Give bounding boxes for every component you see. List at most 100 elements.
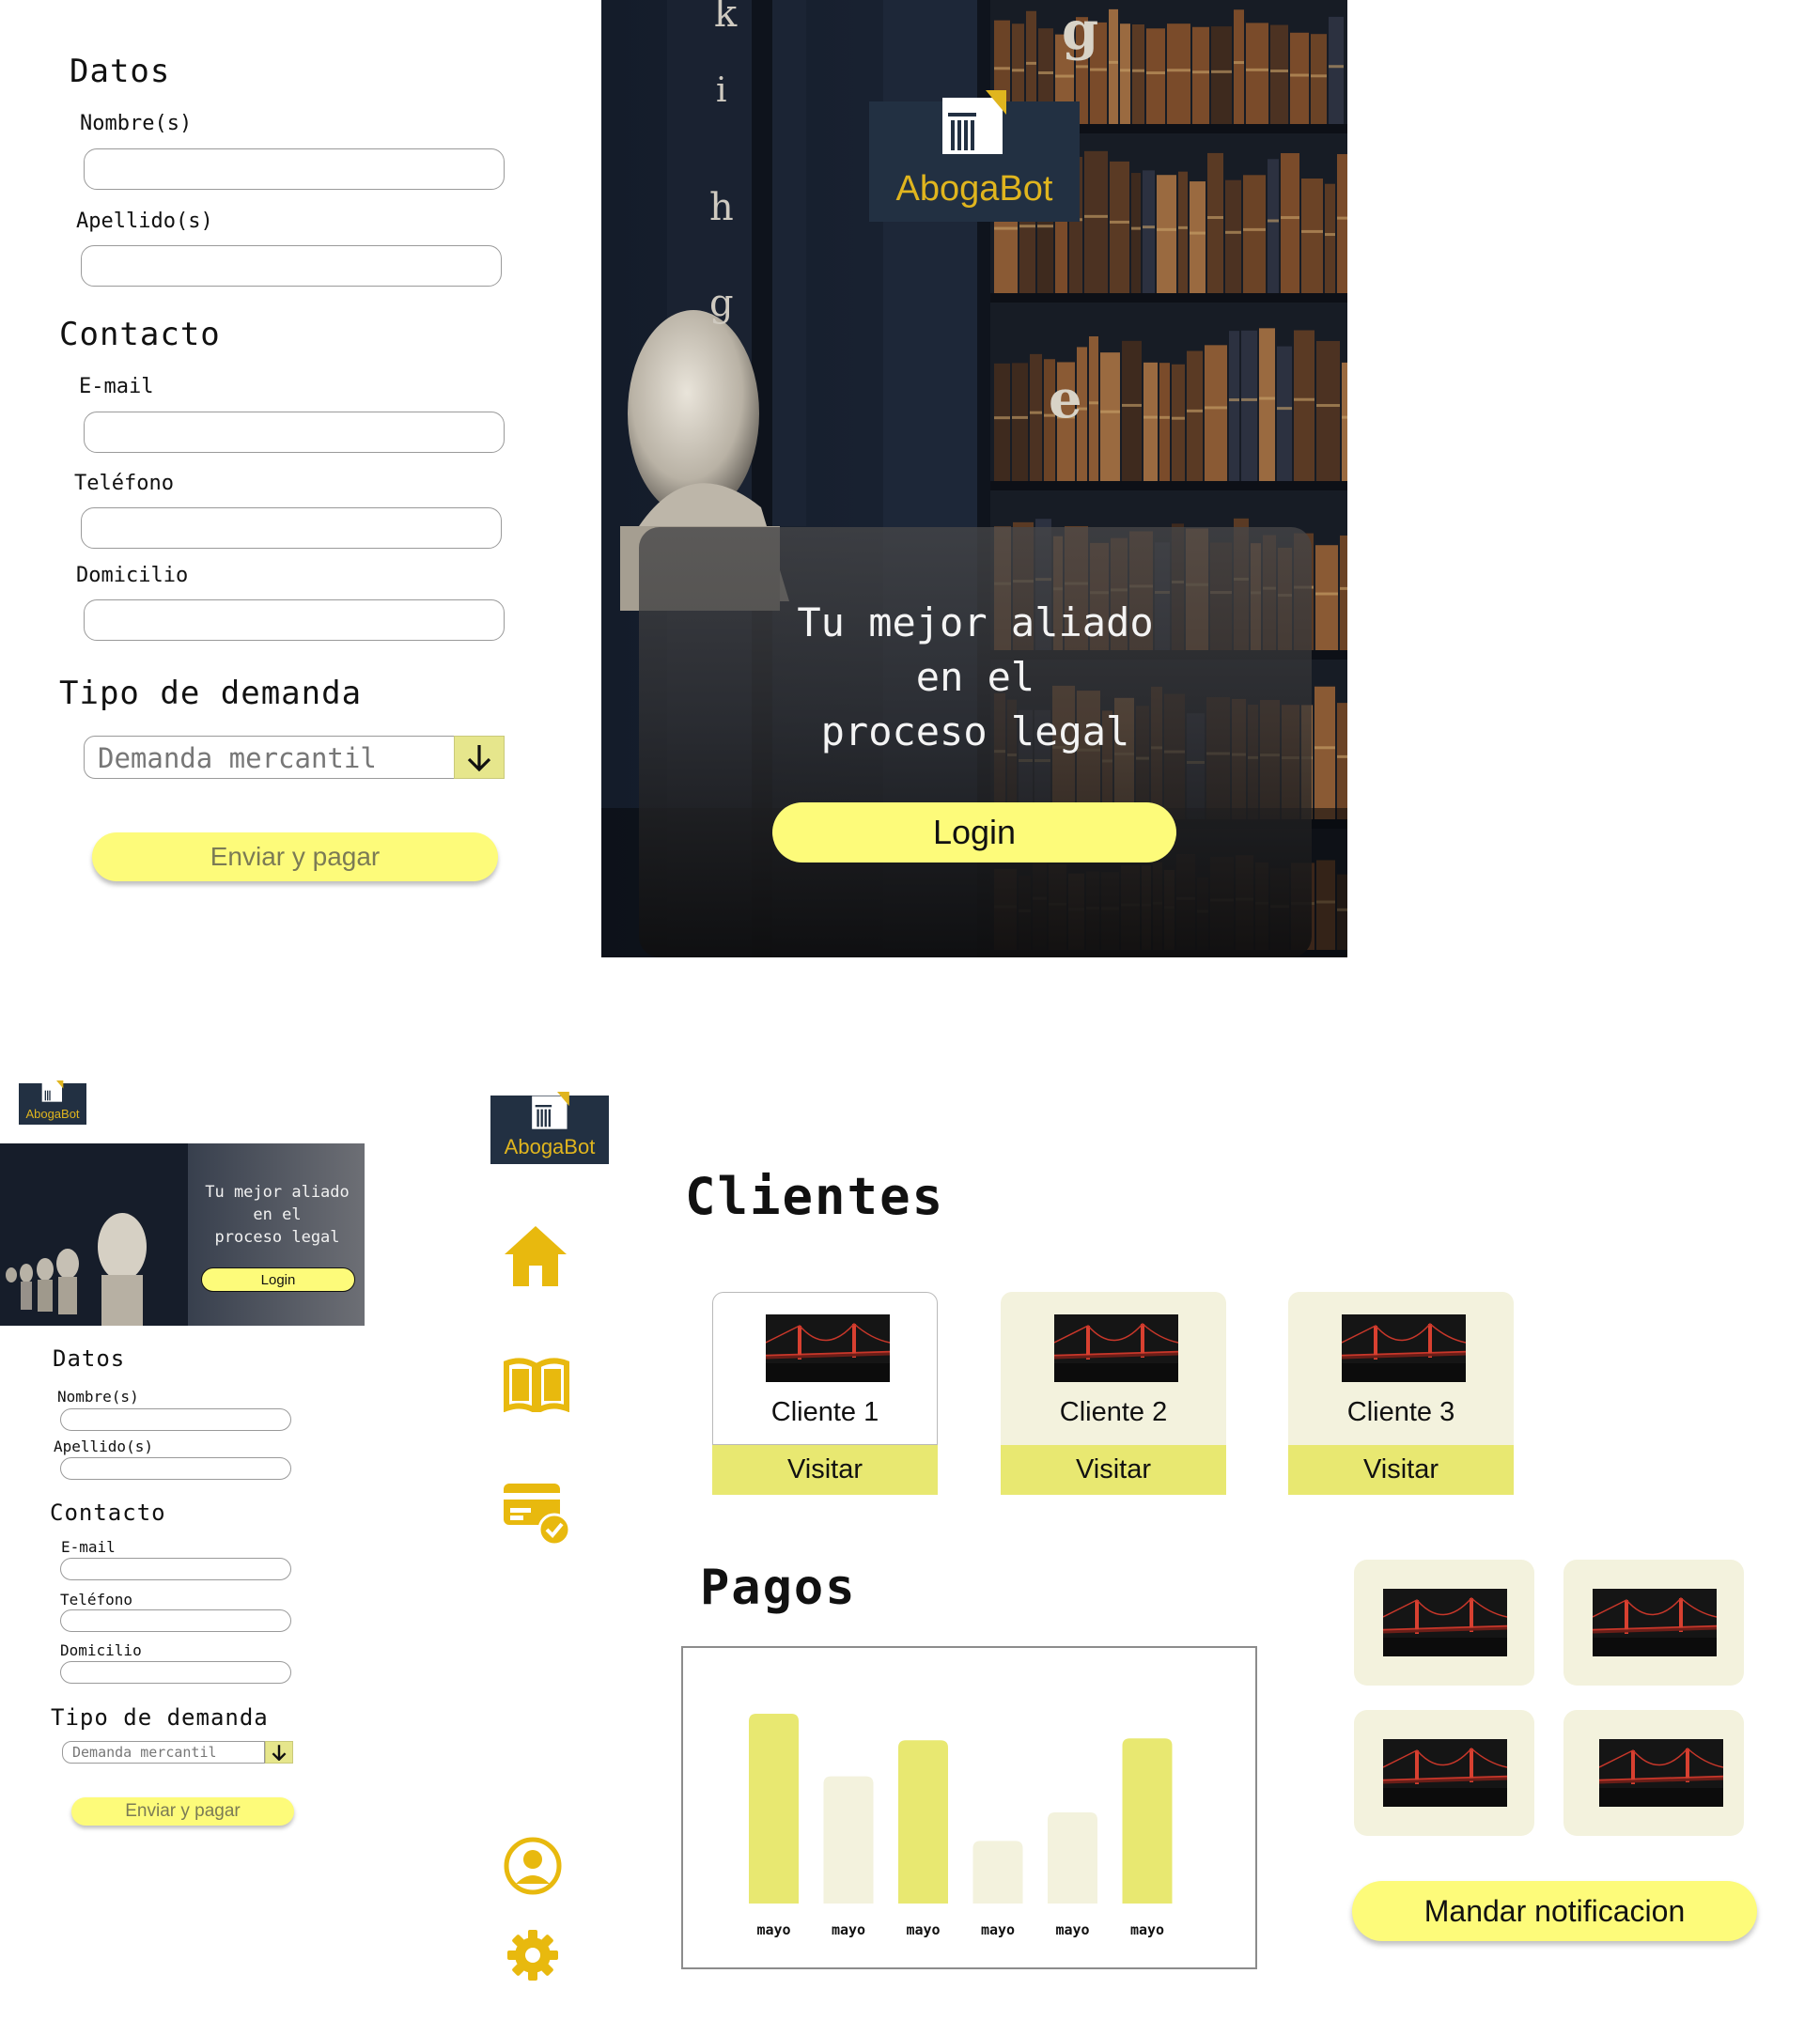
label-telefono: Teléfono (60, 1591, 133, 1609)
mini-hero-busts (0, 1143, 188, 1326)
chart-tick-label: mayo (832, 1921, 865, 1938)
send-notification-button[interactable]: Mandar notificacion (1352, 1881, 1757, 1941)
home-icon[interactable] (503, 1224, 568, 1288)
client-name: Cliente 1 (770, 1397, 879, 1427)
spine-letter: k (714, 0, 738, 36)
demanda-select-value: Demanda mercantil (62, 1741, 265, 1764)
chart-bar (898, 1740, 948, 1904)
hero-panel: k i h g g e AbogaBot Tu mejor aliado en … (601, 0, 1347, 957)
client-thumbnail (1054, 1314, 1178, 1382)
arrow-down-icon[interactable] (265, 1741, 293, 1764)
pillar-icon (942, 90, 1006, 154)
payments-bar-chart: mayo mayo mayo mayo mayo mayo (749, 1714, 1173, 1938)
tagline-line: proceso legal (214, 1228, 340, 1247)
client-card[interactable]: Cliente 3 Visitar (1288, 1292, 1514, 1495)
tagline-line: Tu mejor aliado (205, 1183, 350, 1202)
spine-letter: h (709, 186, 734, 229)
chart-bar (1122, 1738, 1173, 1904)
nombre-input[interactable] (84, 148, 505, 190)
tile-thumbnail (1599, 1739, 1723, 1807)
telefono-input[interactable] (81, 507, 502, 549)
client-name: Cliente 3 (1346, 1397, 1455, 1427)
apellido-input[interactable] (81, 245, 502, 287)
media-tile[interactable] (1563, 1710, 1744, 1836)
pillar-icon (532, 1092, 569, 1129)
clients-title: Clientes (685, 1167, 945, 1226)
spine-letter: i (716, 71, 727, 110)
mini-tagline: Tu mejor aliado en el proceso legal (193, 1181, 362, 1249)
mini-login-button[interactable]: Login (201, 1267, 355, 1292)
email-input[interactable] (84, 412, 505, 453)
mini-hero: Tu mejor aliado en el proceso legal Logi… (0, 1143, 365, 1326)
chart-bar (749, 1714, 799, 1904)
label-telefono: Teléfono (74, 472, 174, 495)
section-title-tipo: Tipo de demanda (51, 1704, 269, 1731)
payments-title: Pagos (700, 1560, 857, 1616)
chart-tick-label: mayo (1055, 1921, 1089, 1938)
tile-thumbnail (1383, 1589, 1507, 1656)
email-input[interactable] (60, 1558, 291, 1580)
chart-bar (1048, 1812, 1097, 1904)
brand-wordmark: AbogaBot (25, 1107, 80, 1121)
hero-tagline: Tu mejor aliado en el proceso legal (639, 596, 1312, 759)
section-title-datos: Datos (70, 53, 171, 90)
demanda-select-value: Demanda mercantil (84, 736, 456, 779)
spine-letter: g (1062, 0, 1099, 62)
section-title-tipo: Tipo de demanda (59, 675, 363, 712)
payment-card-icon[interactable] (502, 1480, 571, 1546)
brand-logo-small: AbogaBot (19, 1080, 86, 1125)
domicilio-input[interactable] (60, 1661, 291, 1684)
label-domicilio: Domicilio (76, 564, 189, 587)
client-thumbnail (766, 1314, 890, 1382)
brand-logo: AbogaBot (869, 90, 1080, 222)
label-domicilio: Domicilio (60, 1641, 142, 1659)
section-title-datos: Datos (53, 1345, 126, 1372)
label-apellido: Apellido(s) (76, 210, 213, 233)
domicilio-input[interactable] (84, 599, 505, 641)
tagline-line: en el (915, 654, 1035, 700)
submit-button[interactable]: Enviar y pagar (92, 832, 498, 881)
chart-bar (823, 1776, 874, 1904)
brand-wordmark: AbogaBot (504, 1135, 596, 1158)
chart-tick-label: mayo (981, 1921, 1015, 1938)
arrow-down-icon[interactable] (454, 736, 505, 779)
book-icon[interactable] (503, 1356, 570, 1412)
pillar-icon (41, 1080, 64, 1102)
section-title-contacto: Contacto (59, 316, 221, 353)
media-tile[interactable] (1354, 1560, 1534, 1686)
nombre-input[interactable] (60, 1408, 291, 1431)
spine-letter: e (1049, 368, 1082, 430)
client-card[interactable]: Cliente 2 Visitar (1001, 1292, 1226, 1495)
chart-bar (972, 1841, 1023, 1904)
label-email: E-mail (79, 375, 154, 398)
tile-thumbnail (1593, 1589, 1717, 1656)
apellido-input[interactable] (60, 1457, 291, 1480)
visit-button[interactable]: Visitar (1288, 1445, 1514, 1495)
payments-chart: mayo mayo mayo mayo mayo mayo (681, 1646, 1257, 1969)
label-email: E-mail (61, 1538, 116, 1556)
spine-letter: g (709, 282, 734, 325)
tagline-line: Tu mejor aliado (797, 599, 1154, 645)
tagline-line: proceso legal (820, 708, 1130, 754)
visit-button[interactable]: Visitar (1001, 1445, 1226, 1495)
chart-tick-label: mayo (1130, 1921, 1164, 1938)
chart-tick-label: mayo (756, 1921, 790, 1938)
section-title-contacto: Contacto (50, 1500, 166, 1526)
tile-thumbnail (1383, 1739, 1507, 1807)
media-tile[interactable] (1354, 1710, 1534, 1836)
brand-logo-sidebar: AbogaBot (490, 1092, 609, 1164)
telefono-input[interactable] (60, 1609, 291, 1632)
media-tile[interactable] (1563, 1560, 1744, 1686)
login-button[interactable]: Login (772, 802, 1176, 863)
submit-button[interactable]: Enviar y pagar (71, 1797, 294, 1826)
label-apellido: Apellido(s) (54, 1438, 153, 1455)
client-card[interactable]: Cliente 1 Visitar (712, 1292, 938, 1495)
user-icon[interactable] (504, 1837, 562, 1895)
label-nombre: Nombre(s) (80, 112, 193, 135)
chart-tick-label: mayo (906, 1921, 940, 1938)
gear-icon[interactable] (506, 1928, 560, 1982)
client-name: Cliente 2 (1059, 1397, 1168, 1427)
label-nombre: Nombre(s) (57, 1388, 139, 1406)
visit-button[interactable]: Visitar (712, 1445, 938, 1495)
tagline-line: en el (253, 1205, 302, 1224)
